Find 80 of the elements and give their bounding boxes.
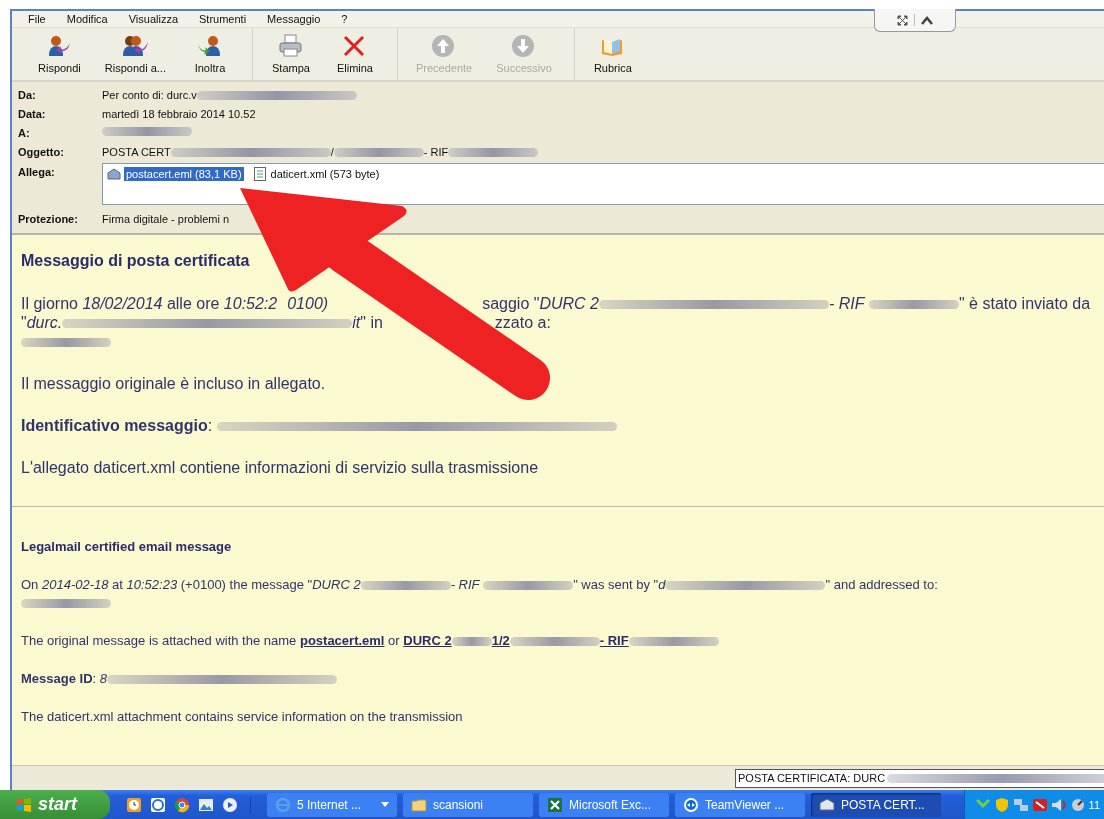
message-text: - RIF [423,146,449,158]
gauge-icon[interactable] [1069,796,1086,813]
message-text: Firma digitale - problemi n [102,213,230,225]
message-text: " was sent by "d [573,577,666,592]
toolbar-button[interactable]: Stampa [258,28,323,80]
link[interactable]: 1/2 [491,633,510,648]
taskbar-button[interactable]: 5 Internet ... [267,792,397,817]
message-text: Message ID: 8 [21,671,107,686]
toolbar-button[interactable]: Elimina [322,28,387,80]
link[interactable]: postacert.eml [299,633,385,648]
message-text: Il messaggio originale è incluso in allegato. [21,374,327,393]
message-text: The original message is attached with the name [21,633,298,648]
message-text: it" in [352,314,383,331]
taskbar-button[interactable]: Microsoft Exc... [539,792,669,817]
message-text: - RIF [829,295,867,312]
field-label: Da: [18,88,37,101]
message-text: martedì 18 febbraio 2014 10.52 [102,108,256,120]
message-text: - RIF [450,577,481,592]
message-text: On 2014-02-18 at 10:52:23 (+0100) the message "DURC 2 [21,577,361,592]
toolbar-button[interactable]: Rispondi a... [92,28,178,80]
menu-item[interactable]: Strumenti [199,13,247,25]
message-text: or [387,633,401,648]
pictures-icon[interactable] [198,796,214,813]
windows-logo-icon [16,796,32,813]
message-text: The daticert.xml attachment contains service information on the transmission [21,708,464,726]
fullscreen-icon[interactable] [897,14,908,26]
menu-item[interactable]: File [28,13,46,25]
message-text: 0100) [287,295,329,312]
message-text: / [330,146,334,158]
reply-people-icon [122,34,149,58]
taskbar-button[interactable]: POSTA CERT... [811,792,941,817]
forward-person-icon [196,34,223,58]
message-text: POSTA CERTIFICATA: DURC [738,771,886,785]
round-browser-icon[interactable] [174,796,190,813]
clock-text: 11 [1088,798,1100,811]
menu-item[interactable]: Messaggio [267,13,321,25]
browser-icon [275,796,291,813]
remote-icon [683,796,699,813]
media-player-icon[interactable] [222,796,238,813]
message-text: " and addressed to: [825,577,938,592]
warning-icon[interactable] [1031,796,1048,813]
message-text: Il giorno 18/02/2014 alle ore 10:52:2 [21,295,278,312]
taskbar-button[interactable]: TeamViewer ... [675,792,805,817]
message-text: L'allegato daticert.xml contiene informazioni di servizio sulla trasmissione [21,458,540,477]
printer-icon [277,34,304,58]
message-text: saggio "DURC 2 [482,295,599,312]
envelope-icon [107,168,121,180]
message-text: Identificativo messaggio: [21,417,214,434]
field-label: Oggetto: [18,145,65,158]
envelope-icon [819,796,835,813]
link[interactable]: DURC 2 [403,633,452,648]
message-text: zzato a: [494,314,551,331]
chevron-up-icon[interactable] [921,15,933,25]
field-label: A: [18,126,31,139]
message-text: "durc. [21,314,63,331]
speaker-icon[interactable] [1050,796,1067,813]
menu-item[interactable]: ? [341,13,348,25]
clock-icon[interactable] [126,796,142,813]
message-text: " è stato inviato da [959,295,1091,312]
menu-item[interactable]: Modifica [66,13,108,25]
toolbar-button[interactable]: Rubrica [580,28,645,80]
folder-icon [411,796,427,813]
link[interactable]: - RIF [599,633,629,648]
toolbar-button[interactable]: Rispondi [26,28,93,80]
spreadsheet-icon [547,796,563,813]
redaction-blur [451,637,492,647]
attachment-item[interactable]: daticert.xml (573 byte) [268,167,382,181]
menu-item[interactable]: Visualizza [128,13,179,25]
toolbar-button[interactable]: Inoltra [177,28,242,80]
taskbar-button[interactable]: scansioni [403,792,533,817]
message-heading: Legalmail certified email message [21,539,233,554]
browser-icon[interactable] [150,796,166,813]
document-icon [253,167,266,181]
message-heading: Messaggio di posta certificata [21,251,251,271]
field-label: Allega: [18,165,56,178]
field-label: Data: [18,107,47,120]
message-text: POSTA CERT [102,146,171,158]
field-label: Protezione: [18,212,79,225]
attachment-item[interactable]: postacert.eml (83,1 KB) [124,167,244,181]
message-text: Per conto di: durc.v [102,89,197,101]
